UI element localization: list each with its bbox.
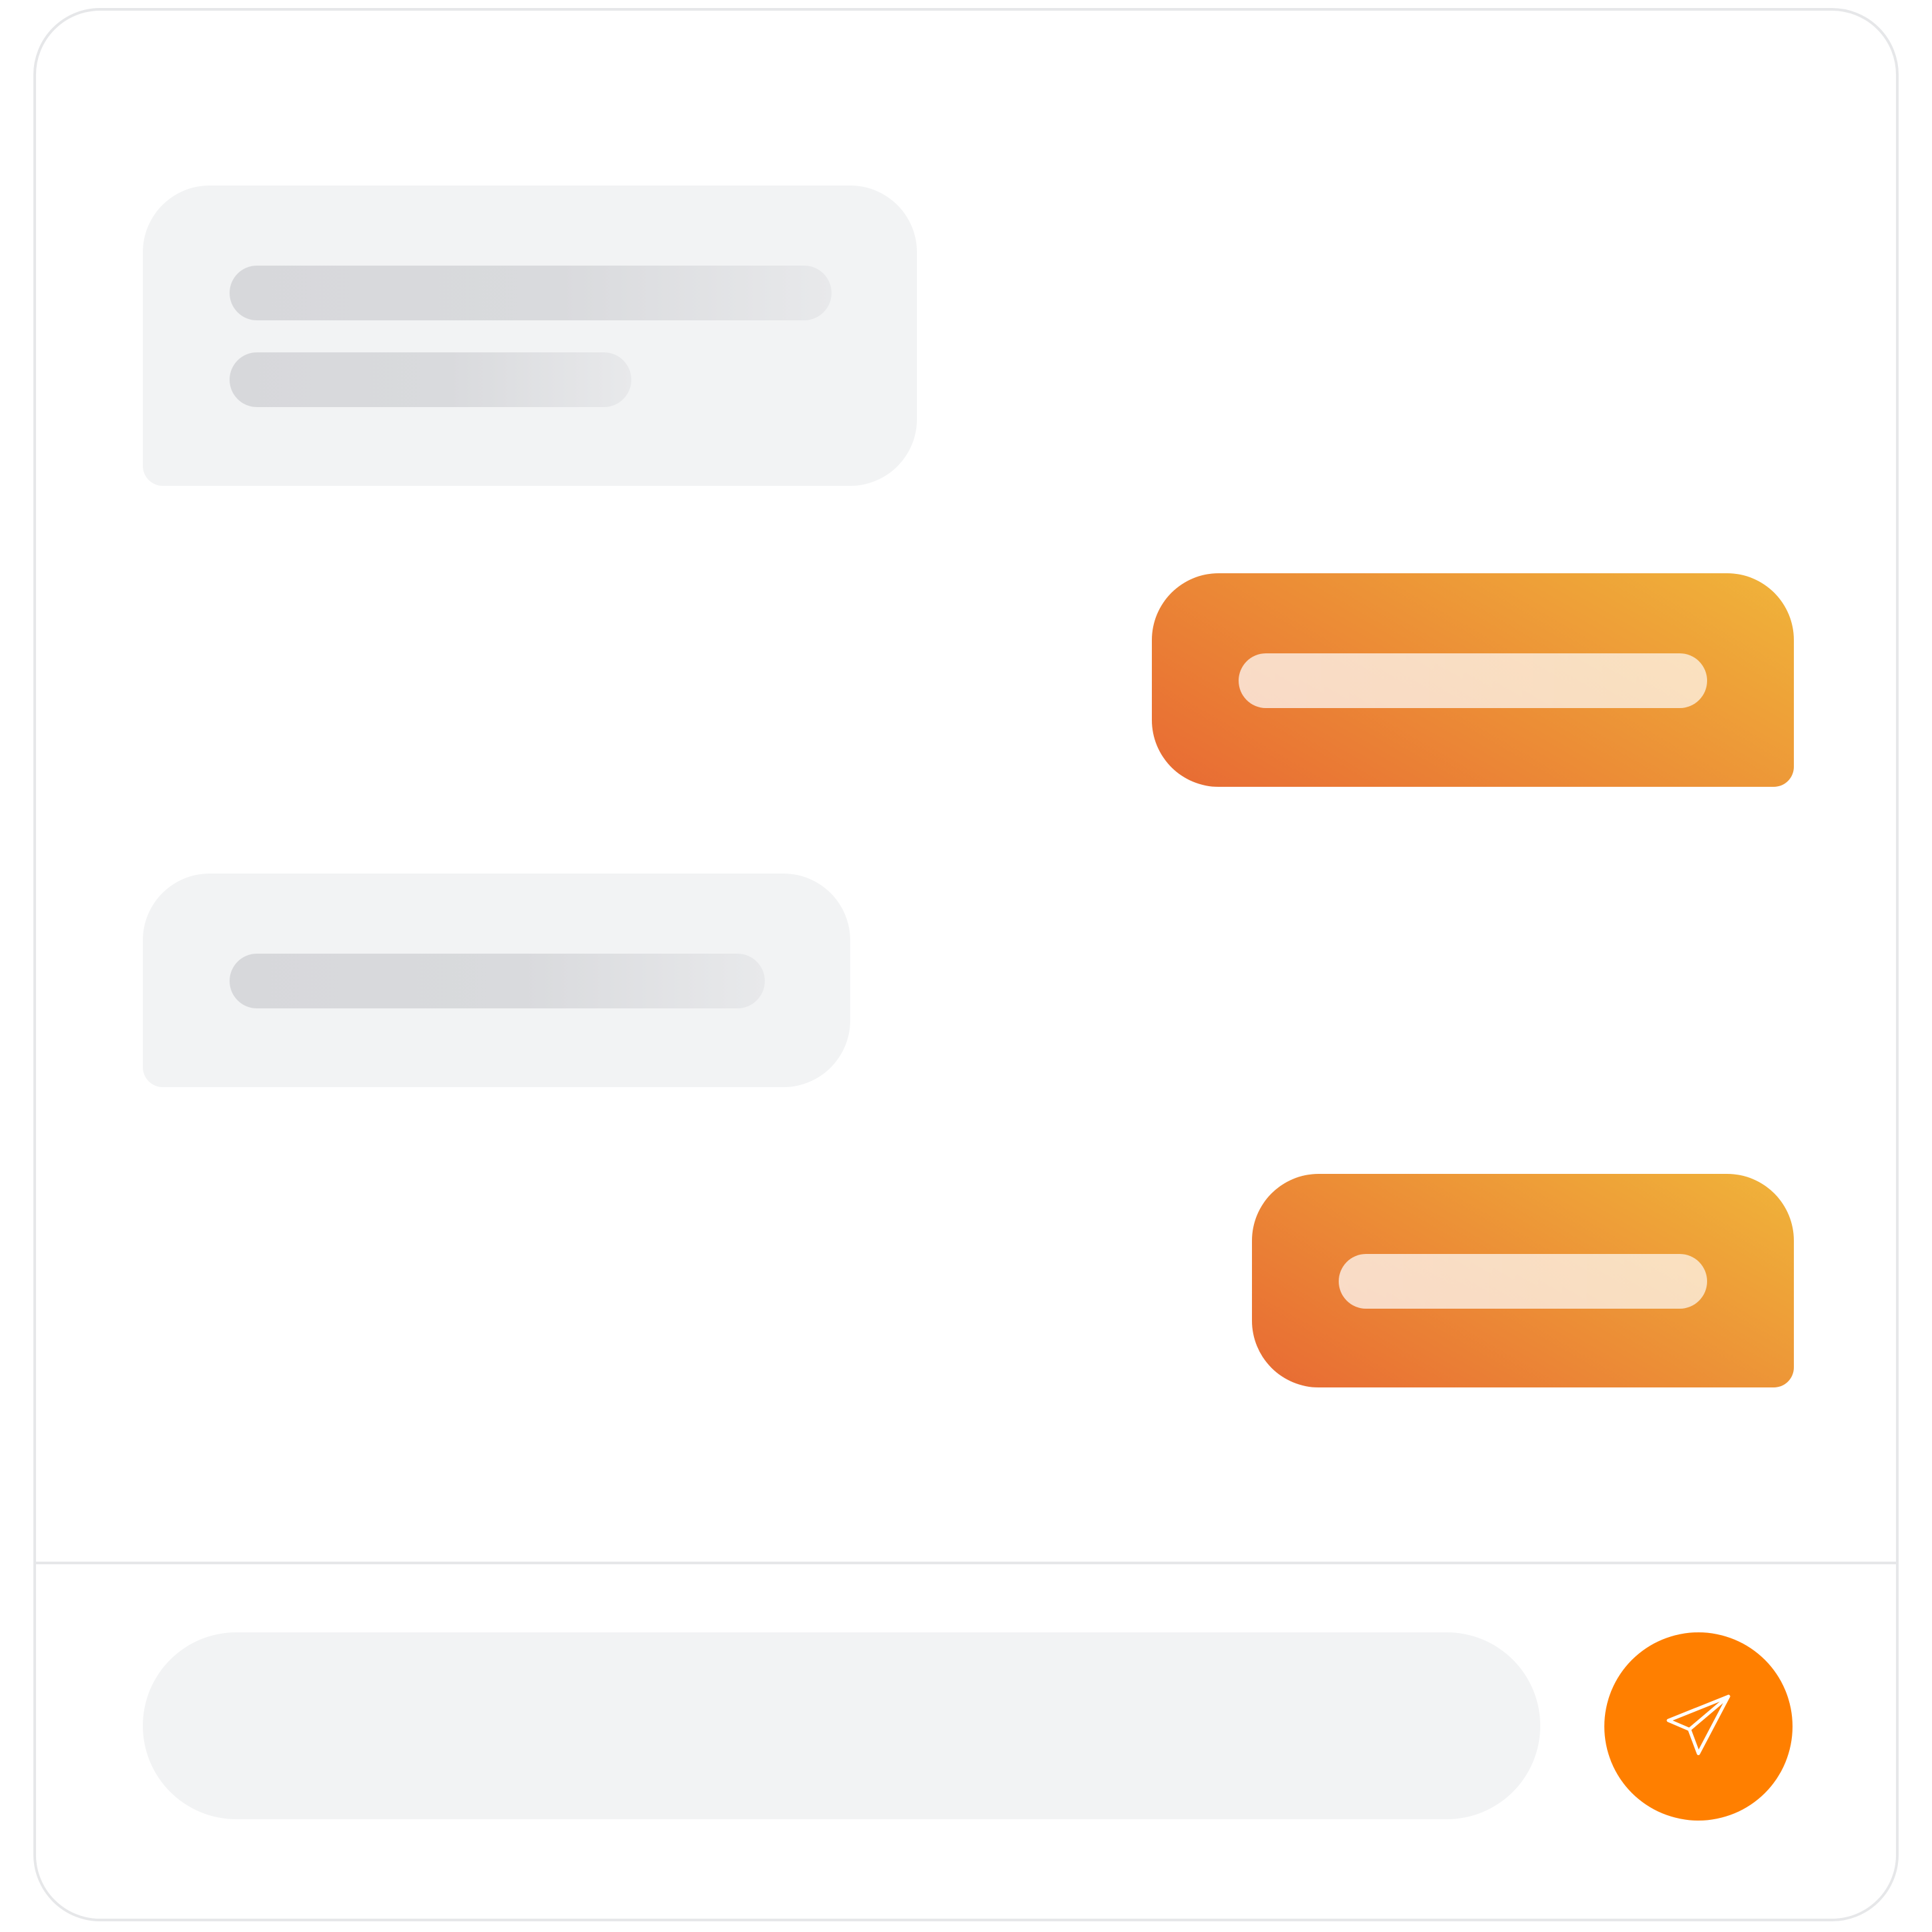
message-composer: [36, 1562, 1896, 1919]
outgoing-message-bubble: [1252, 1174, 1794, 1387]
text-placeholder-line: [230, 352, 631, 407]
incoming-message-bubble-lines: [143, 186, 917, 486]
text-placeholder-line: [230, 954, 765, 1008]
outgoing-message-bubble: [1152, 573, 1794, 787]
chat-window: [33, 8, 1899, 1921]
incoming-message-bubble: [143, 874, 850, 1087]
text-placeholder-line: [230, 266, 832, 320]
paper-plane-icon: [1662, 1690, 1734, 1762]
message-input[interactable]: [143, 1632, 1540, 1819]
text-placeholder-line: [1339, 1254, 1707, 1309]
message-list: [36, 11, 1896, 1562]
send-button[interactable]: [1604, 1632, 1793, 1821]
text-placeholder-line: [1239, 653, 1707, 708]
